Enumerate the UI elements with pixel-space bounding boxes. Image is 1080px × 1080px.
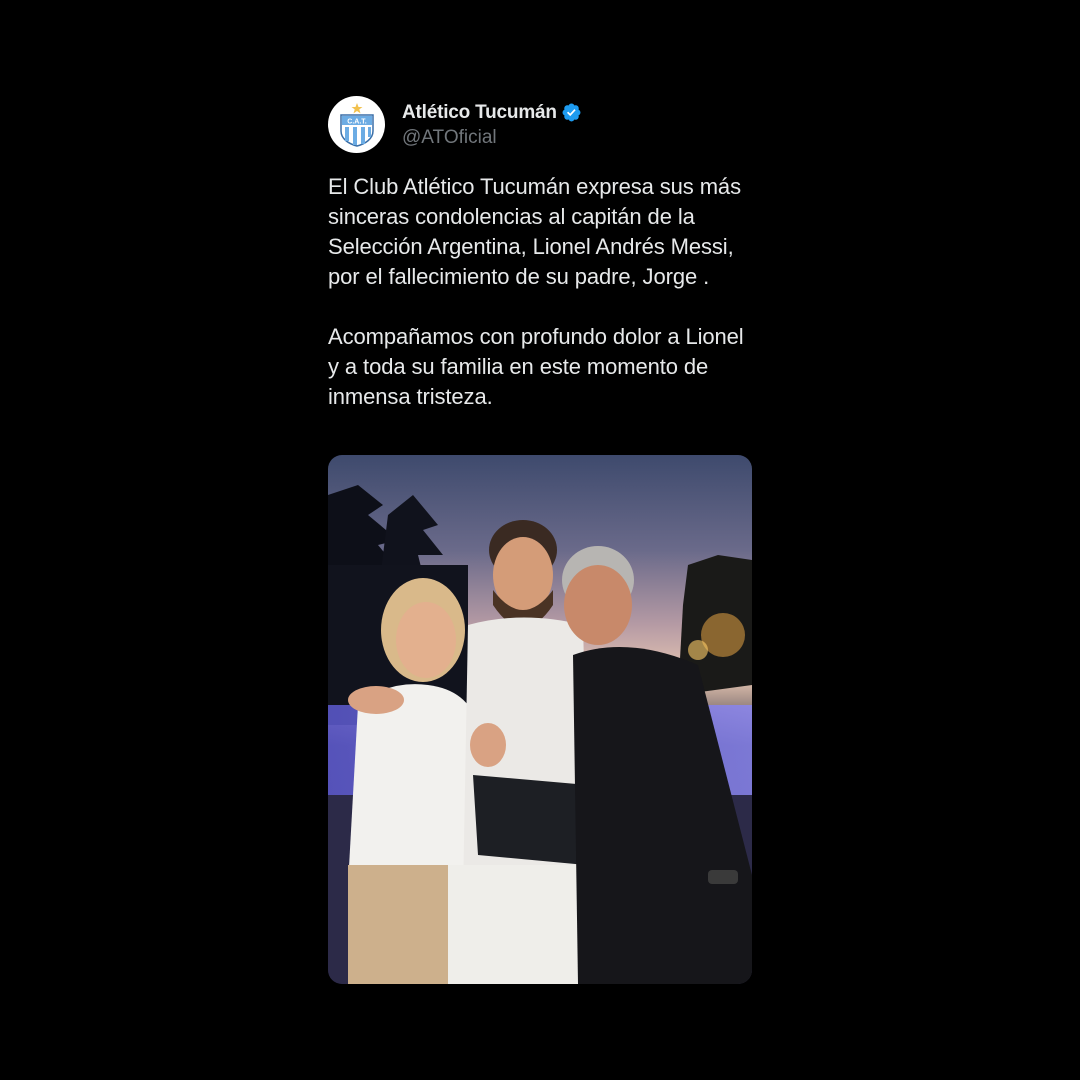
avatar[interactable]: C.A.T. xyxy=(328,95,385,153)
author-names: Atlético Tucumán @ATOficial xyxy=(402,100,582,149)
verified-badge-icon xyxy=(562,103,581,122)
tweet-text: El Club Atlético Tucumán expresa sus más… xyxy=(328,174,744,409)
tweet-header: C.A.T. Atlético Tucumán @ATOficial xyxy=(328,95,752,153)
author-handle[interactable]: @ATOficial xyxy=(402,127,582,149)
photo-icon xyxy=(328,455,752,984)
tweet-card: C.A.T. Atlético Tucumán @ATOficial El Cl… xyxy=(328,95,752,412)
club-crest-icon: C.A.T. xyxy=(339,103,374,147)
display-name-row: Atlético Tucumán xyxy=(402,100,582,126)
crest-text: C.A.T. xyxy=(347,119,367,126)
tweet-screenshot: C.A.T. Atlético Tucumán @ATOficial El Cl… xyxy=(0,0,1080,1080)
display-name[interactable]: Atlético Tucumán xyxy=(402,102,557,124)
tweet-photo[interactable] xyxy=(328,455,752,984)
